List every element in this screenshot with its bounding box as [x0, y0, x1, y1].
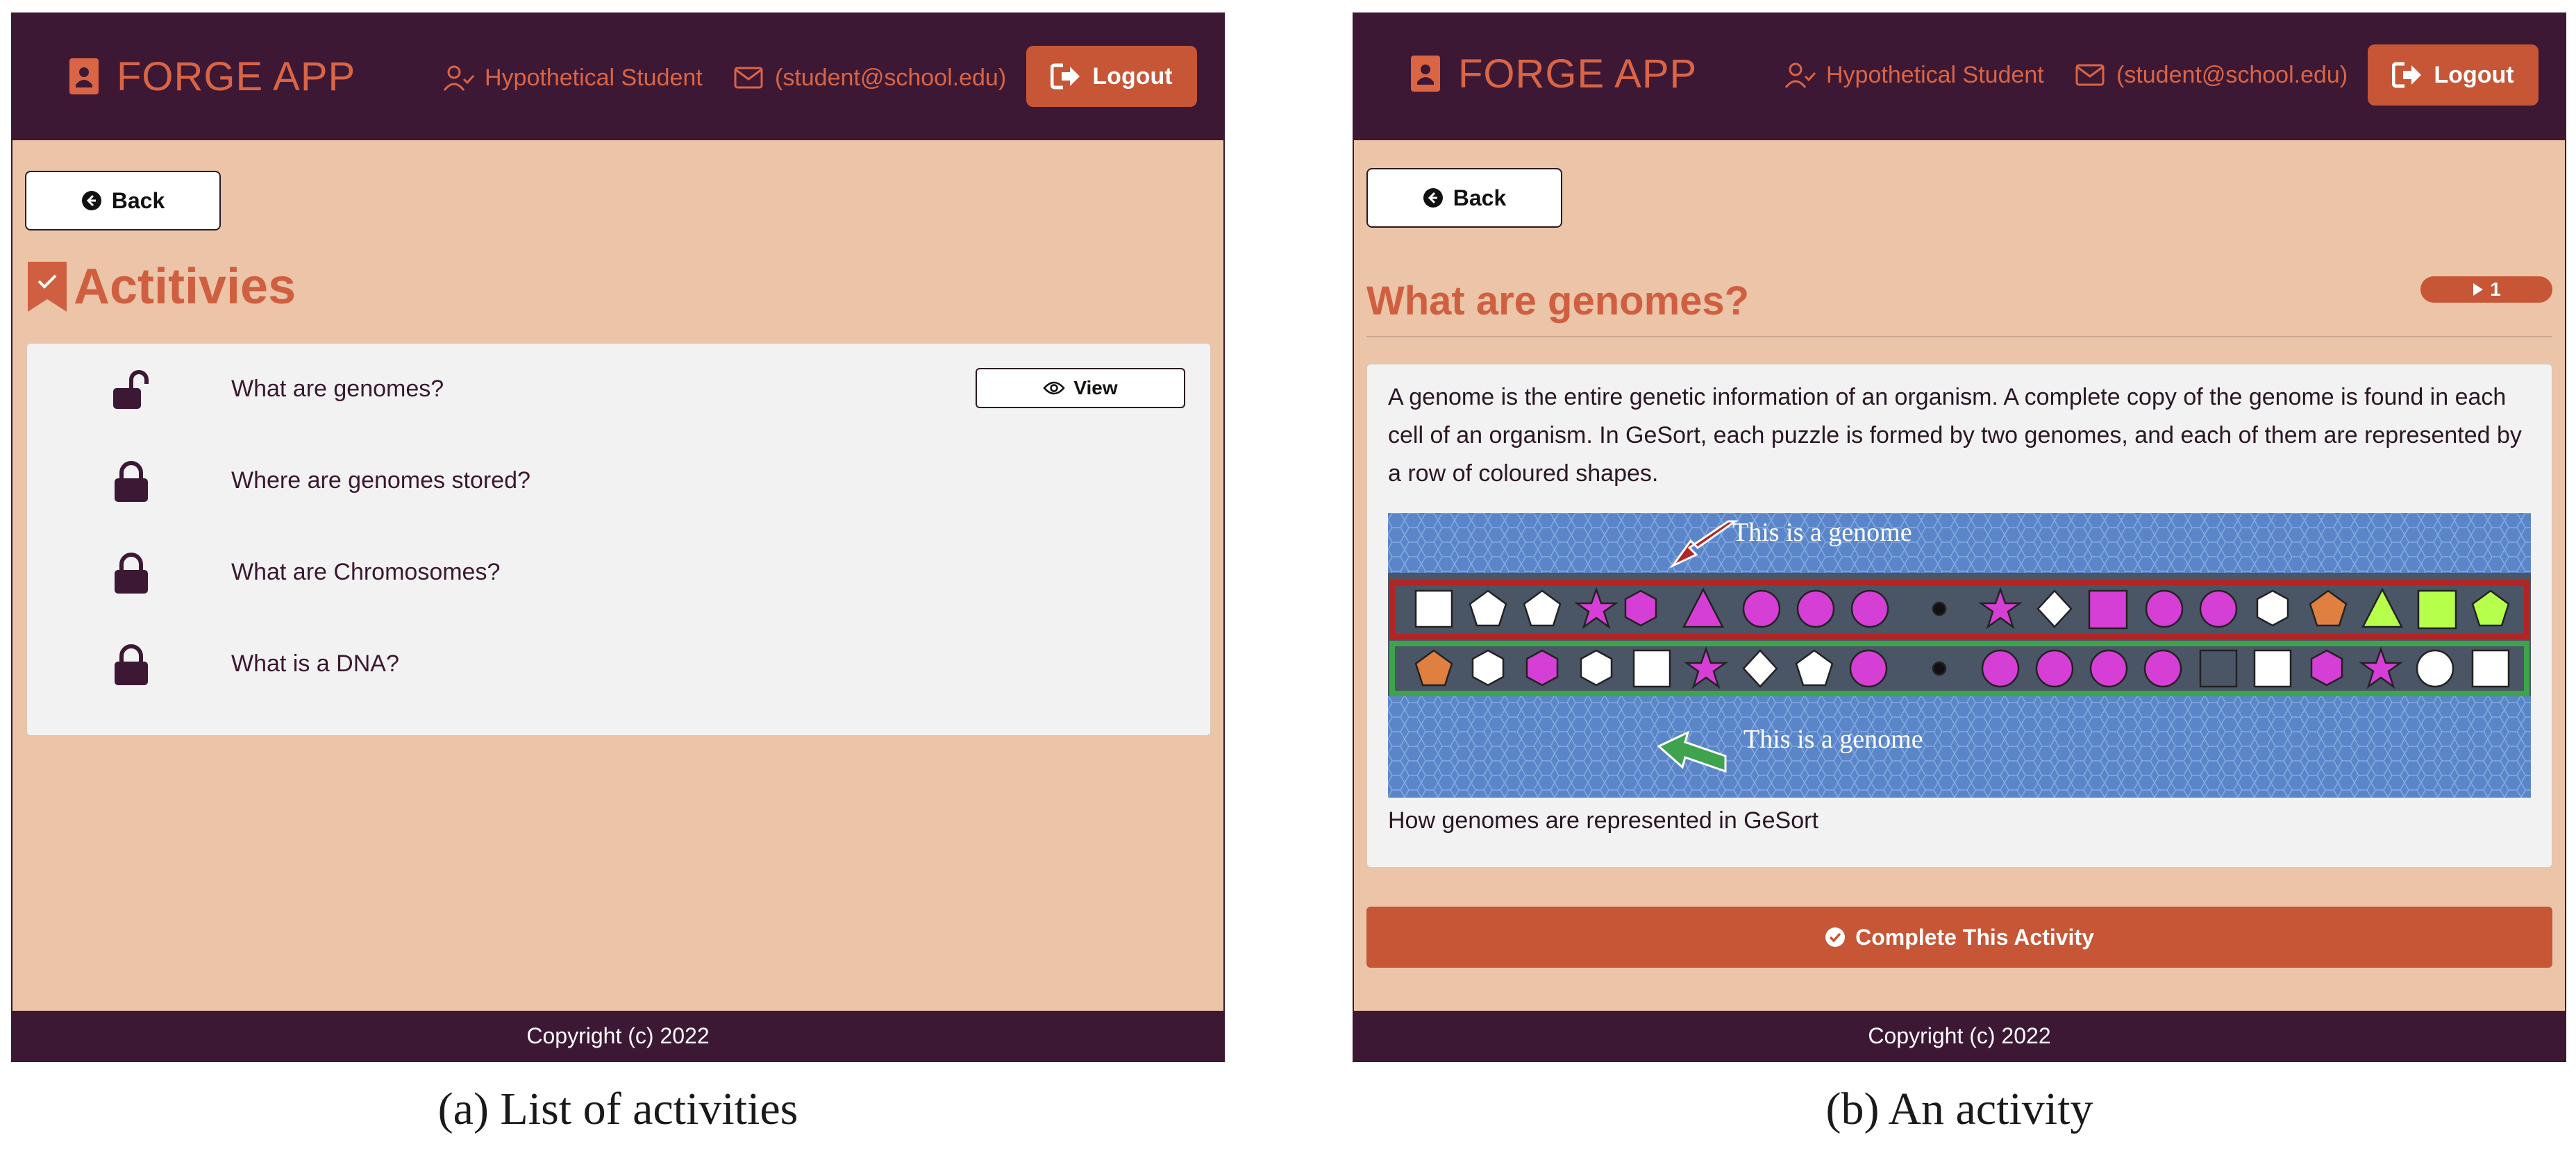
brand-name: FORGE APP	[117, 53, 356, 99]
step-badge: 1	[2420, 276, 2552, 303]
logout-icon	[2392, 62, 2422, 88]
page-title-text: Actitivies	[74, 259, 296, 314]
logout-button[interactable]: Logout	[1026, 46, 1197, 107]
activities-list-panel: FORGE APP Hypothetical Student (student@…	[11, 12, 1225, 1062]
user-name-text: Hypothetical Student	[485, 64, 703, 91]
check-circle-icon	[1825, 927, 1846, 947]
genome-illustration: This is a genome This is a genome	[1388, 513, 2531, 798]
list-item[interactable]: What are genomes? View	[27, 344, 1210, 435]
user-check-icon	[1784, 62, 1816, 88]
page-title: What are genomes?	[1366, 278, 1750, 324]
view-button[interactable]: View	[976, 368, 1185, 408]
top-navbar: FORGE APP Hypothetical Student (student@…	[12, 14, 1223, 140]
user-name: Hypothetical Student	[443, 64, 703, 92]
logout-label: Logout	[1092, 62, 1173, 90]
back-label: Back	[1453, 185, 1507, 210]
copyright-text: Copyright (c) 2022	[526, 1023, 710, 1048]
genome-label-bottom: This is a genome	[1743, 725, 1923, 754]
contact-book-icon	[69, 58, 99, 94]
title-divider	[1366, 336, 2552, 337]
back-button[interactable]: Back	[25, 171, 221, 230]
step-number: 1	[2490, 278, 2501, 300]
caption-b: (b) An activity	[1825, 1084, 2093, 1134]
genome-label-top: This is a genome	[1732, 518, 1912, 547]
logout-label: Logout	[2434, 61, 2514, 88]
copyright-text: Copyright (c) 2022	[1868, 1023, 2051, 1048]
logout-icon	[1051, 63, 1080, 90]
activity-body-text: A genome is the entire genetic informati…	[1388, 384, 2522, 487]
eye-icon	[1043, 381, 1066, 395]
user-email-text: (student@school.edu)	[2116, 61, 2348, 88]
activity-label: What are Chromosomes?	[231, 559, 501, 585]
brand[interactable]: FORGE APP	[68, 50, 356, 103]
complete-activity-button[interactable]: Complete This Activity	[1366, 907, 2552, 968]
activity-content: A genome is the entire genetic informati…	[1366, 364, 2552, 868]
activity-label: What is a DNA?	[231, 650, 399, 677]
image-caption: How genomes are represented in GeSort	[1388, 807, 1818, 834]
user-name: Hypothetical Student	[1784, 61, 2044, 89]
activity-label: What are genomes?	[231, 376, 444, 402]
lock-open-icon	[113, 370, 149, 409]
user-email: (student@school.edu)	[733, 64, 1006, 92]
lock-icon	[115, 461, 148, 502]
top-navbar: FORGE APP Hypothetical Student (student@…	[1354, 14, 2565, 140]
caption-a: (a) List of activities	[437, 1084, 798, 1134]
user-name-text: Hypothetical Student	[1826, 61, 2044, 88]
lock-icon	[115, 553, 148, 594]
back-button[interactable]: Back	[1366, 168, 1562, 228]
arrow-circle-left-icon	[1423, 188, 1443, 208]
mail-check-icon	[734, 67, 763, 89]
user-email-text: (student@school.edu)	[775, 64, 1007, 91]
back-label: Back	[111, 187, 165, 213]
brand[interactable]: FORGE APP	[1410, 47, 1697, 100]
user-check-icon	[443, 65, 475, 91]
activity-label: Where are genomes stored?	[231, 467, 530, 494]
footer: Copyright (c) 2022	[12, 1011, 1223, 1061]
mail-check-icon	[2075, 64, 2105, 86]
lock-icon	[115, 644, 148, 685]
brand-name: FORGE APP	[1458, 51, 1698, 96]
footer: Copyright (c) 2022	[1354, 1011, 2565, 1061]
page-title: Actitivies	[26, 258, 296, 315]
view-label: View	[1073, 377, 1118, 398]
arrow-circle-left-icon	[81, 191, 101, 210]
contact-book-icon	[1411, 56, 1440, 92]
activities-list: What are genomes? View Where are genomes…	[26, 343, 1211, 736]
list-item[interactable]: Where are genomes stored?	[27, 435, 1210, 527]
logout-button[interactable]: Logout	[2368, 44, 2539, 106]
activity-panel: FORGE APP Hypothetical Student (student@…	[1353, 12, 2566, 1062]
play-icon	[2473, 283, 2484, 296]
user-email: (student@school.edu)	[2075, 61, 2348, 89]
list-item[interactable]: What are Chromosomes?	[27, 527, 1210, 619]
list-item[interactable]: What is a DNA?	[27, 619, 1210, 710]
complete-label: Complete This Activity	[1855, 924, 2094, 950]
bookmark-check-icon	[28, 262, 67, 312]
